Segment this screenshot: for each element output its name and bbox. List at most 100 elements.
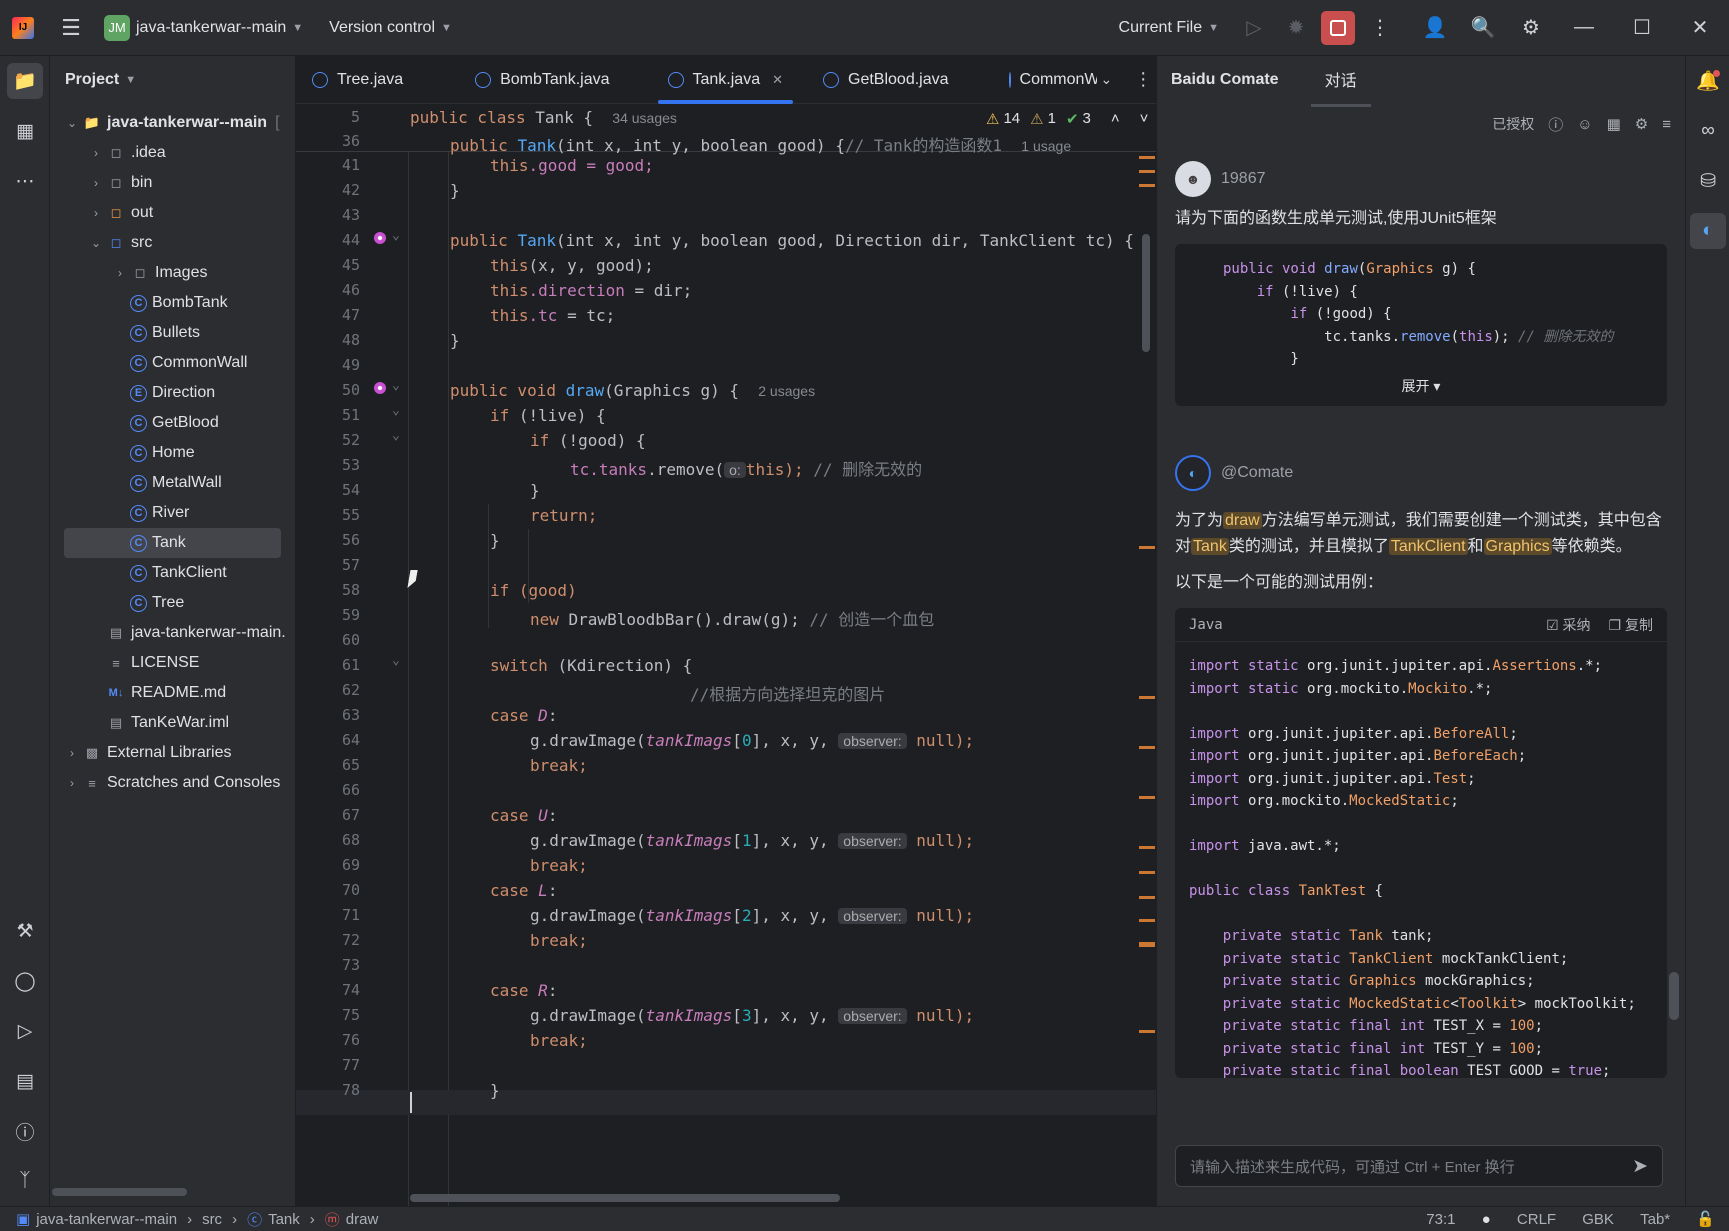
warning-stripe-marker[interactable] <box>1139 746 1155 749</box>
fold-icon[interactable]: ⌄ <box>392 403 400 418</box>
terminal-icon[interactable]: ▤ <box>0 1056 50 1106</box>
warning-stripe-marker[interactable] <box>1139 546 1155 549</box>
search-icon[interactable]: 🔍 <box>1459 0 1507 56</box>
readonly-lock-icon[interactable]: 🔓 <box>1696 1211 1715 1228</box>
tree-item-main-file[interactable]: ▤ java-tankerwar--main. <box>50 618 295 648</box>
tree-item-getblood[interactable]: C GetBlood <box>50 408 295 438</box>
settings-gear-icon[interactable]: ⚙ <box>1635 115 1648 133</box>
expand-button[interactable]: 展开 ▾ <box>1175 376 1667 396</box>
fold-icon[interactable]: ⌄ <box>392 428 400 443</box>
run-tool-icon[interactable]: ▷ <box>0 1006 50 1056</box>
warning-stripe-marker[interactable] <box>1139 170 1155 173</box>
code-ref[interactable]: TankClient <box>1388 538 1468 555</box>
breadcrumb-project[interactable]: java-tankerwar--main <box>36 1211 177 1228</box>
minimize-icon[interactable]: — <box>1555 0 1613 56</box>
warning-stripe-marker[interactable] <box>1139 1030 1155 1033</box>
history-list-icon[interactable]: ≡ <box>1662 116 1671 133</box>
next-highlight-icon[interactable]: ˅ <box>1140 110 1149 128</box>
warning-stripe-marker[interactable] <box>1139 156 1155 159</box>
horizontal-scrollbar[interactable] <box>52 1188 187 1196</box>
stop-button[interactable] <box>1317 0 1359 56</box>
tree-root[interactable]: ⌄ 📁 java-tankerwar--main [ <box>50 108 295 138</box>
close-tab-icon[interactable]: ✕ <box>772 72 783 88</box>
services-icon[interactable]: ◯ <box>0 956 50 1006</box>
tab-commonwall-java[interactable]: CommonW <box>989 56 1097 104</box>
usages-hint[interactable]: 2 usages <box>758 383 815 399</box>
horizontal-scrollbar[interactable] <box>410 1194 840 1202</box>
copy-button[interactable]: ❐ 复制 <box>1609 615 1653 635</box>
indent-setting[interactable]: Tab* <box>1640 1211 1670 1228</box>
vertical-scrollbar[interactable] <box>1142 234 1150 352</box>
breadcrumb-src[interactable]: src <box>202 1211 222 1228</box>
chevron-down-icon[interactable]: ⌄ <box>86 236 106 250</box>
user-feedback-icon[interactable]: ☺ <box>1577 116 1592 133</box>
code-ref[interactable]: draw <box>1223 512 1262 529</box>
code-ref[interactable]: Graphics <box>1483 538 1552 555</box>
file-encoding[interactable]: GBK <box>1582 1211 1614 1228</box>
tab-tree-java[interactable]: Tree.java <box>296 56 423 104</box>
tree-item-commonwall[interactable]: C CommonWall <box>50 348 295 378</box>
tree-item-scratches[interactable]: › ≡ Scratches and Consoles <box>50 768 295 798</box>
project-folder-icon[interactable]: 📁 <box>0 56 50 106</box>
fold-icon[interactable]: ⌄ <box>392 378 400 393</box>
tree-item-tankclient[interactable]: C TankClient <box>50 558 295 588</box>
chevron-right-icon[interactable]: › <box>86 146 106 160</box>
warning-stripe-marker[interactable] <box>1139 184 1155 187</box>
tree-item-bullets[interactable]: C Bullets <box>50 318 295 348</box>
adopt-button[interactable]: ☑ 采纳 <box>1546 615 1590 635</box>
notifications-bell-icon[interactable]: 🔔 <box>1686 56 1729 106</box>
previous-highlight-icon[interactable]: ˄ <box>1111 110 1120 128</box>
debug-icon[interactable]: ✹ <box>1275 0 1317 56</box>
warning-stripe-marker[interactable] <box>1139 871 1155 874</box>
project-panel-header[interactable]: Project ▼ <box>50 56 295 104</box>
tree-item-src[interactable]: ⌄ ◻ src <box>50 228 295 258</box>
fold-icon[interactable]: ⌄ <box>392 228 400 243</box>
maximize-icon[interactable]: ☐ <box>1613 0 1671 56</box>
project-switcher[interactable]: JM java-tankerwar--main ▼ <box>104 0 303 55</box>
tab-tank-java[interactable]: Tank.java ✕ <box>648 56 804 104</box>
chevron-down-icon[interactable]: ⌄ <box>62 116 82 130</box>
tree-item-tree[interactable]: C Tree <box>50 588 295 618</box>
plugins-icon[interactable]: ▦ <box>1607 115 1621 133</box>
tree-item-iml[interactable]: ▤ TanKeWar.iml <box>50 708 295 738</box>
add-user-icon[interactable]: 👤 <box>1411 0 1459 56</box>
tab-getblood-java[interactable]: GetBlood.java <box>803 56 969 104</box>
chat-scrollbar[interactable] <box>1669 972 1679 1020</box>
main-menu-icon[interactable]: ☰ <box>46 0 96 56</box>
send-icon[interactable]: ➤ <box>1632 1155 1648 1178</box>
breadcrumb-draw[interactable]: draw <box>346 1211 379 1228</box>
tree-item-idea[interactable]: › ◻ .idea <box>50 138 295 168</box>
database-icon[interactable]: ⛁ <box>1686 156 1729 206</box>
caret-position[interactable]: 73:1 <box>1426 1211 1455 1228</box>
tabs-dropdown-icon[interactable]: ⌄ <box>1101 71 1113 88</box>
warning-stripe-marker[interactable] <box>1139 896 1155 899</box>
ai-assistant-icon[interactable]: ∞ <box>1686 106 1729 156</box>
help-icon[interactable]: ⓘ <box>1548 114 1563 135</box>
usages-hint[interactable]: 1 usage <box>1021 138 1071 154</box>
tree-item-direction[interactable]: E Direction <box>50 378 295 408</box>
tree-item-river[interactable]: C River <box>50 498 295 528</box>
tree-item-license[interactable]: ≡ LICENSE <box>50 648 295 678</box>
chat-input-box[interactable]: 请输入描述来生成代码，可通过 Ctrl + Enter 换行 ➤ <box>1175 1145 1663 1187</box>
breadcrumb-tank[interactable]: Tank <box>268 1211 300 1228</box>
more-tools-icon[interactable]: ⋯ <box>0 156 50 206</box>
warning-stripe-marker[interactable] <box>1139 919 1155 922</box>
tree-item-bombtank[interactable]: C BombTank <box>50 288 295 318</box>
git-icon[interactable]: ᛉ <box>0 1156 50 1206</box>
chevron-right-icon[interactable]: › <box>110 266 130 280</box>
comate-tool-icon[interactable]: ◐ <box>1686 206 1729 256</box>
tree-item-tank[interactable]: C Tank <box>64 528 281 558</box>
usages-hint[interactable]: 34 usages <box>612 110 677 126</box>
chevron-right-icon[interactable]: › <box>86 176 106 190</box>
fold-icon[interactable]: ⌄ <box>392 653 400 668</box>
code-editor[interactable]: 5 public class Tank { 34 usages 36 publi… <box>296 104 1156 1206</box>
implements-method-icon[interactable] <box>374 382 386 394</box>
tree-item-bin[interactable]: › ◻ bin <box>50 168 295 198</box>
comate-status-icon[interactable]: ● <box>1482 1211 1491 1228</box>
tab-bombtank-java[interactable]: BombTank.java <box>455 56 629 104</box>
tree-item-metalwall[interactable]: C MetalWall <box>50 468 295 498</box>
tree-item-images[interactable]: › ◻ Images <box>50 258 295 288</box>
more-actions-icon[interactable]: ⋮ <box>1359 0 1401 56</box>
tree-item-readme[interactable]: M↓ README.md <box>50 678 295 708</box>
warning-stripe-marker[interactable] <box>1139 796 1155 799</box>
